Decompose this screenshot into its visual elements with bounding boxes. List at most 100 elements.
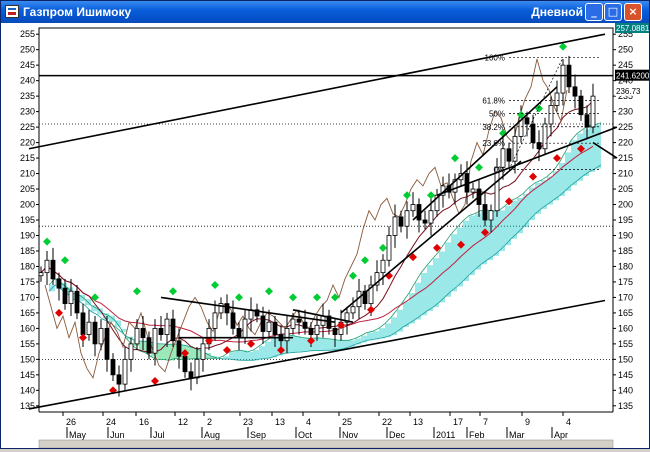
close-button[interactable]: ×	[624, 3, 642, 21]
candle-body	[524, 117, 530, 125]
candle-body	[68, 290, 74, 305]
candle-body	[140, 327, 146, 339]
x-day-label: 23	[243, 417, 253, 427]
candle-body	[296, 318, 302, 323]
fib-level-label: 38.2%	[482, 123, 505, 132]
cloud-strip	[583, 129, 589, 177]
cloud-strip	[259, 346, 265, 360]
left-axis-label: 190	[20, 230, 35, 240]
cloud-strip	[301, 337, 307, 352]
cloud-strip	[247, 351, 253, 361]
candle-body	[398, 216, 404, 227]
chart-app-icon[interactable]	[5, 5, 19, 18]
left-axis-label: 160	[20, 323, 35, 333]
candle-body	[164, 318, 170, 335]
right-axis-label: 140	[618, 385, 633, 395]
left-axis-label: 225	[20, 122, 35, 132]
cloud-strip	[139, 340, 145, 351]
candle-body	[572, 86, 578, 97]
candle-body	[50, 259, 56, 280]
left-axis-label: 210	[20, 169, 35, 179]
left-axis-label: 200	[20, 200, 35, 210]
cloud-strip	[433, 258, 439, 308]
cloud-strip	[253, 350, 259, 361]
candle-body	[422, 219, 428, 224]
x-day-label: 13	[275, 417, 285, 427]
candle-body	[290, 318, 296, 329]
cloud-strip	[337, 340, 343, 350]
price-chart[interactable]: 100% 61.8% 50% 38.2% 23.6% 0% 135 140 145 150 155 1…	[1, 22, 650, 449]
x-day-label: 9	[525, 417, 530, 427]
candle-body	[578, 95, 584, 116]
candle-body	[200, 343, 206, 360]
cloud-strip	[493, 211, 499, 256]
maximize-button[interactable]: □	[604, 3, 622, 21]
right-axis-label: 145	[618, 370, 633, 380]
candle-body	[260, 315, 266, 332]
cloud-strip	[331, 338, 337, 351]
x-day-label: 22	[382, 417, 392, 427]
cloud-strip	[445, 242, 451, 297]
cloud-strip	[463, 220, 469, 281]
cloud-strip	[427, 265, 433, 311]
candle-body	[134, 327, 140, 345]
left-axis-label: 165	[20, 308, 35, 318]
right-axis-label: 250	[618, 45, 633, 55]
x-day-label: 26	[66, 417, 76, 427]
x-month-label: Aug	[204, 430, 220, 440]
candle-body	[116, 374, 122, 385]
left-axis-label: 150	[20, 354, 35, 364]
horizontal-scrollbar[interactable]	[38, 439, 614, 449]
left-axis-label: 175	[20, 277, 35, 287]
right-axis-label: 175	[618, 277, 633, 287]
left-axis-label: 230	[20, 107, 35, 117]
chart-area[interactable]: 100% 61.8% 50% 38.2% 23.6% 0% 135 140 145 150 155 1…	[1, 22, 650, 449]
candle-body	[386, 235, 392, 261]
cloud-strip	[397, 309, 403, 332]
right-axis-label: 245	[618, 60, 633, 70]
right-axis-label: 195	[618, 215, 633, 225]
candle-body	[560, 64, 566, 94]
left-axis-label: 135	[20, 401, 35, 411]
x-month-label: Jun	[110, 430, 125, 440]
candle-body	[98, 327, 104, 345]
x-month-label: Sep	[250, 430, 266, 440]
left-axis-label: 255	[20, 29, 35, 39]
cloud-strip	[223, 356, 229, 359]
cloud-strip	[379, 328, 385, 339]
fib-level-label: 61.8%	[482, 96, 505, 105]
x-month-label: Oct	[298, 430, 313, 440]
candle-body	[488, 210, 494, 221]
left-axis-label: 140	[20, 385, 35, 395]
cloud-strip	[547, 176, 553, 205]
candle-body	[38, 272, 44, 277]
right-axis-label: 220	[618, 138, 633, 148]
x-day-label: 25	[342, 417, 352, 427]
cloud-strip	[403, 301, 409, 327]
left-axis-label: 245	[20, 60, 35, 70]
cloud-strip	[325, 338, 331, 351]
chart-window: Газпром Ишимоку Дневной _ □ × 100% 61.8% 5…	[0, 0, 650, 449]
right-axis-label: 155	[618, 339, 633, 349]
right-axis-label: 170	[618, 292, 633, 302]
x-day-label: 16	[139, 417, 149, 427]
x-day-label: 7	[483, 417, 488, 427]
candle-body	[404, 210, 410, 227]
candle-body	[188, 371, 194, 379]
candle-body	[230, 312, 236, 329]
x-day-label: 12	[178, 417, 188, 427]
title-bar[interactable]: Газпром Ишимоку Дневной _ □ ×	[1, 1, 649, 23]
right-axis-label: 185	[618, 246, 633, 256]
candle-body	[86, 321, 92, 335]
candle-body	[350, 306, 356, 314]
last-price-tag: 236.73	[616, 87, 641, 96]
left-axis-label: 185	[20, 246, 35, 256]
horizontal-price-tag: 241.6200	[616, 72, 649, 81]
candle-body	[428, 210, 434, 224]
candle-body	[410, 204, 416, 212]
x-day-label: 4	[566, 417, 571, 427]
minimize-button[interactable]: _	[585, 3, 603, 21]
candle-body	[62, 287, 68, 305]
candle-body	[584, 114, 590, 128]
candle-body	[224, 303, 230, 314]
